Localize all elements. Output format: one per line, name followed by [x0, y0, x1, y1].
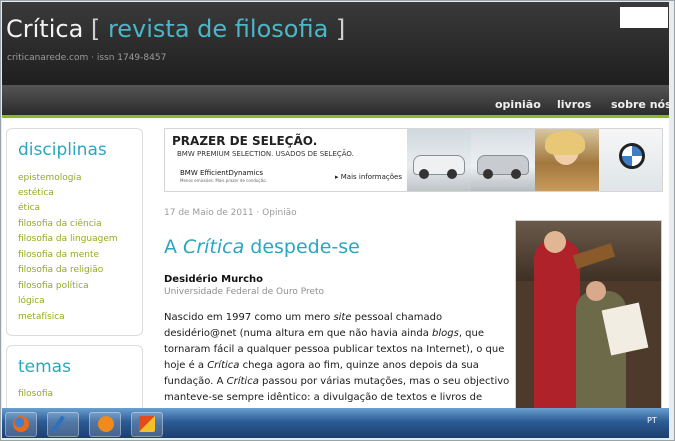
sidebar-item-filosofia-da-mente[interactable]: filosofia da mente [18, 250, 99, 260]
article-line: manteve-se sempre idêntico: a divulgação… [164, 392, 483, 403]
writer-taskbar-button[interactable] [47, 412, 79, 437]
app-icon [139, 416, 155, 432]
site-title-bracket-close: ] [335, 15, 346, 43]
ad-tagline: Menos emissões. Mais prazer de condução. [180, 178, 267, 183]
ad-bmw-logo-panel [599, 129, 662, 191]
play-icon [98, 416, 114, 432]
sidebar-item-etica[interactable]: ética [18, 203, 40, 213]
sidebar-item-estetica[interactable]: estética [18, 188, 54, 198]
sidebar-item-filosofia-da-ciencia[interactable]: filosofia da ciência [18, 219, 102, 229]
nav-item-opiniao[interactable]: opinião [495, 98, 541, 111]
article-title-b: Crítica [183, 236, 245, 258]
site-title-sub: revista de filosofia [107, 15, 329, 43]
article-painting [515, 220, 662, 412]
ad-more-label: Mais informações [340, 173, 402, 181]
bmw-logo-icon [619, 143, 645, 169]
article-author: Desidério Murcho [164, 274, 264, 285]
pen-icon [51, 415, 65, 433]
language-indicator[interactable]: PT [647, 416, 657, 425]
article-affiliation: Universidade Federal de Ouro Preto [164, 287, 325, 297]
temas-box [6, 345, 143, 417]
header-search-box[interactable] [620, 7, 668, 28]
ad-more-link[interactable]: ▸ Mais informações [335, 173, 402, 181]
ad-subline: BMW PREMIUM SELECTION. USADOS DE SELEÇÃO… [177, 150, 354, 158]
sidebar-item-logica[interactable]: lógica [18, 296, 45, 306]
nav-item-sobre-nos[interactable]: sobre nós [611, 98, 672, 111]
firefox-icon [13, 416, 29, 432]
sidebar-item-filosofia-politica[interactable]: filosofia política [18, 281, 89, 291]
bmw-ad-banner[interactable]: PRAZER DE SELEÇÃO. BMW PREMIUM SELECTION… [164, 128, 663, 192]
ad-brand: BMW EfficientDynamics [180, 169, 263, 177]
ad-car-photo-white [407, 129, 471, 191]
article-body: Nascido em 1997 como um mero site pessoa… [164, 310, 510, 406]
article-line: hoje é a Crítica chega agora ao fim, qui… [164, 360, 479, 371]
media-player-taskbar-button[interactable] [89, 412, 121, 437]
article-meta: 17 de Maio de 2011 · Opinião [164, 208, 297, 218]
ad-headline: PRAZER DE SELEÇÃO. [172, 134, 318, 148]
ad-woman-photo [535, 129, 599, 191]
article-line: desidério@net (numa altura em que não ha… [164, 328, 485, 339]
article-title-c: despede-se [244, 236, 360, 258]
sidebar-item-filosofia-da-religiao[interactable]: filosofia da religião [18, 265, 103, 275]
site-issn: criticanarede.com · issn 1749-8457 [7, 53, 167, 63]
article-title-a: A [164, 236, 184, 258]
nav-item-livros[interactable]: livros [557, 98, 591, 111]
site-title-main: Crítica [6, 15, 84, 43]
sidebar-item-filosofia-da-linguagem[interactable]: filosofia da linguagem [18, 234, 118, 244]
temas-heading: temas [18, 357, 71, 377]
sidebar-item-filosofia[interactable]: filosofia [18, 389, 53, 399]
sidebar-item-epistemologia[interactable]: epistemologia [18, 173, 82, 183]
article-title[interactable]: A Crítica despede-se [164, 236, 360, 258]
site-title[interactable]: Crítica [ revista de filosofia ] [6, 15, 345, 43]
article-line: tornaram fácil a qualquer pessoa publica… [164, 344, 505, 355]
sidebar-item-metafisica[interactable]: metafísica [18, 312, 65, 322]
app-taskbar-button[interactable] [131, 412, 163, 437]
article-line: fundação. A Crítica passou por várias mu… [164, 376, 510, 387]
disciplinas-heading: disciplinas [18, 140, 107, 160]
ad-car-photo-silver [471, 129, 535, 191]
firefox-taskbar-button[interactable] [5, 412, 37, 437]
site-title-bracket-open: [ [90, 15, 101, 43]
article-line: Nascido em 1997 como um mero site pessoa… [164, 312, 443, 323]
browser-window: Crítica [ revista de filosofia ] critica… [0, 0, 675, 441]
